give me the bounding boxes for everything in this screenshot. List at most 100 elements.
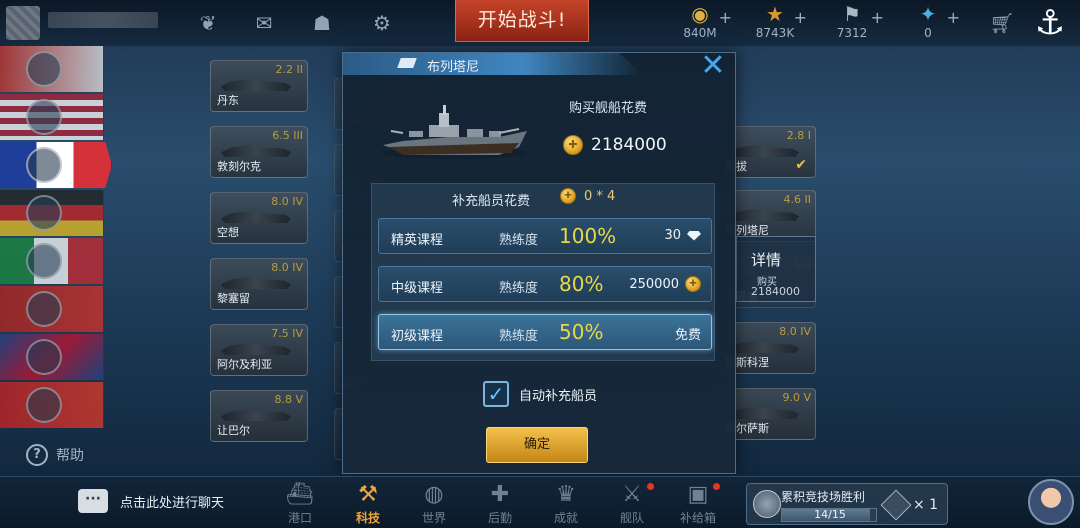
auto-replenish-row[interactable]: ✓ 自动补充船员 [483, 381, 597, 407]
globe-icon: ◍ [424, 482, 444, 507]
notification-dot [647, 483, 654, 490]
buy-cost: ✚ 2184000 [563, 135, 667, 155]
flag-usa[interactable] [0, 94, 104, 140]
course-price-value: 免费 [674, 328, 701, 343]
ship-card[interactable]: 2.2 II 丹东 [210, 60, 308, 112]
close-icon[interactable]: ✕ [699, 51, 727, 81]
flag-china[interactable] [0, 382, 104, 428]
shop-cart-icon[interactable]: 🛒︎ [984, 10, 1020, 36]
buy-cost-value: 2184000 [591, 135, 667, 155]
friends-icon[interactable]: ☗ [308, 10, 336, 36]
crew-cost-value: 0 * 4 [584, 188, 616, 204]
arena-title: 累积竞技场胜利 [781, 490, 866, 504]
ship-tier: 6.5 III [272, 129, 303, 142]
ship-silhouette-icon [221, 211, 291, 223]
nav-label: 世界 [421, 511, 446, 525]
logistics-icon: ✚ [490, 482, 510, 507]
player-avatar[interactable] [6, 6, 40, 40]
nation-emblem-icon [26, 243, 62, 279]
nation-emblem-icon [26, 147, 62, 183]
course-name: 初级课程 [391, 329, 444, 344]
ship-card[interactable]: 6.5 III 敦刻尔克 [210, 126, 308, 178]
nav-fleet[interactable]: ⚔ 舰队 [604, 481, 660, 527]
crew-panel: 补充船员花费 ✚ 0 * 4 精英课程 熟练度 100% 30 中级课程 熟练度… [371, 183, 715, 361]
mail-icon[interactable]: ✉ [250, 10, 278, 36]
coin-icon: ✚ [560, 188, 576, 204]
ship-card[interactable]: 8.0 IV 空想 [210, 192, 308, 244]
course-basic[interactable]: 初级课程 熟练度 50% 免费 [378, 314, 712, 350]
arena-reward-count: × 1 [913, 497, 939, 513]
help-button[interactable]: ? 帮助 [26, 444, 84, 466]
course-intermediate[interactable]: 中级课程 熟练度 80% 250000 ✚ [378, 266, 712, 302]
chat-button[interactable]: ··· 点击此处进行聊天 [78, 489, 224, 513]
course-name: 精英课程 [391, 233, 444, 248]
proficiency-value: 100% [559, 224, 617, 248]
flag-resource[interactable]: ⚑ + 7312 [812, 2, 892, 42]
owned-check-icon: ✔ [795, 157, 807, 173]
tech-icon: ⚒ [358, 482, 378, 507]
flag-uk[interactable] [0, 334, 104, 380]
confirm-button[interactable]: 确定 [486, 427, 588, 463]
reward-icon [880, 489, 912, 521]
nav-globe[interactable]: ◍ 世界 [406, 481, 462, 527]
auto-replenish-checkbox[interactable]: ✓ [483, 381, 509, 407]
star-resource[interactable]: ★ + 8743K [735, 2, 815, 42]
help-label: 帮助 [56, 448, 84, 464]
nation-emblem-icon [26, 387, 62, 423]
anchor-icon[interactable]: ⚓︎ [1028, 0, 1072, 46]
captain-avatar[interactable] [1028, 479, 1074, 525]
nav-supply-box[interactable]: ▣ 补给箱 [670, 481, 726, 527]
nation-emblem-icon [26, 291, 62, 327]
chat-label: 点击此处进行聊天 [120, 495, 225, 511]
ship-silhouette-icon [729, 209, 799, 221]
course-name: 中级课程 [391, 281, 444, 296]
dialog-title: 布列塔尼 [427, 60, 480, 75]
nav-label: 科技 [355, 511, 380, 525]
gold-resource[interactable]: ◉ + 840M [660, 2, 740, 42]
nav-label: 成就 [553, 511, 578, 525]
nation-emblem-icon [26, 195, 62, 231]
nav-tech[interactable]: ⚒ 科技 [340, 481, 396, 527]
ship-tier: 2.8 I [786, 129, 811, 142]
flag-italy[interactable] [0, 238, 104, 284]
ship-name: 丹东 [217, 94, 239, 107]
wings-icon[interactable]: ❦ [194, 10, 222, 36]
proficiency-label: 熟练度 [499, 281, 539, 296]
nation-emblem-icon [26, 51, 62, 87]
arena-reward: × 1 [880, 489, 939, 521]
flag-ussr[interactable] [0, 286, 104, 332]
nation-emblem-icon [26, 339, 62, 375]
flag-germany[interactable] [0, 190, 104, 236]
coin-icon: ✚ [563, 135, 583, 155]
flag-france[interactable] [0, 142, 112, 188]
start-battle-button[interactable]: 开始战斗! [455, 0, 589, 42]
ship-card[interactable]: 8.8 V 让巴尔 [210, 390, 308, 442]
gear-icon[interactable]: ⚙ [368, 10, 396, 36]
nav-logistics[interactable]: ✚ 后勤 [472, 481, 528, 527]
nav-label: 补给箱 [679, 511, 716, 525]
gem-resource[interactable]: ✦ + 0 [888, 2, 968, 42]
player-name-blurred [48, 12, 158, 28]
dialog-header [343, 53, 643, 75]
crew-cost-label: 补充船员花费 [452, 194, 531, 209]
nation-emblem-icon [26, 99, 62, 135]
ship-silhouette-icon [221, 343, 291, 355]
course-price-value: 250000 [629, 276, 679, 292]
course-elite[interactable]: 精英课程 熟练度 100% 30 [378, 218, 712, 254]
ship-tier: 9.0 V [782, 391, 811, 404]
nav-achievement[interactable]: ♛ 成就 [538, 481, 594, 527]
plus-icon: + [718, 8, 732, 27]
ship-name: 让巴尔 [217, 424, 250, 437]
ship-card[interactable]: 8.0 IV 黎塞留 [210, 258, 308, 310]
nav-port[interactable]: ⛴ 港口 [272, 481, 328, 527]
course-price: 免费 [675, 324, 701, 343]
buy-price: 2184000 [751, 285, 800, 298]
ship-detail-button[interactable]: 详情 购买 2184000 [736, 236, 816, 302]
ship-tier: 4.6 II [783, 193, 811, 206]
arena-progress-panel[interactable]: 累积竞技场胜利 14/15 × 1 [746, 483, 948, 525]
help-icon: ? [26, 444, 48, 466]
ship-card[interactable]: 7.5 IV 阿尔及利亚 [210, 324, 308, 376]
arena-progress-text: 14/15 [814, 508, 846, 521]
plus-icon: + [793, 8, 807, 27]
flag-japan[interactable] [0, 46, 104, 92]
